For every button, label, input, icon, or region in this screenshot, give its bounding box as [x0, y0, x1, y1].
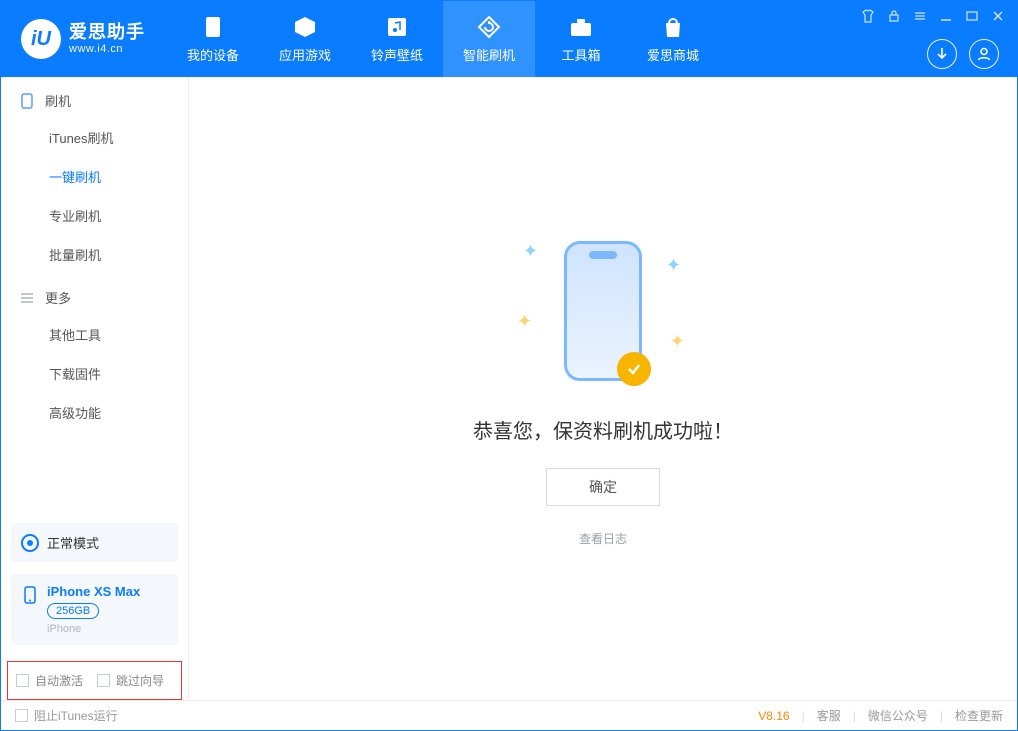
nav-apps[interactable]: 应用游戏 — [259, 1, 351, 77]
music-icon — [385, 15, 409, 39]
nav-label: 铃声壁纸 — [371, 45, 423, 64]
menu-icon[interactable] — [911, 7, 929, 25]
logo-block: iU 爱思助手 www.i4.cn — [1, 1, 167, 77]
mode-indicator-icon — [21, 534, 39, 552]
sidebar-group-label: 更多 — [45, 288, 71, 307]
toolbox-icon — [569, 15, 593, 39]
maximize-icon[interactable] — [963, 7, 981, 25]
check-badge-icon — [617, 352, 651, 386]
bag-icon — [661, 15, 685, 39]
sidebar-group-more: 更多 — [1, 274, 188, 315]
body: 刷机 iTunes刷机 一键刷机 专业刷机 批量刷机 更多 其他工具 下载固件 … — [1, 77, 1017, 700]
header: iU 爱思助手 www.i4.cn 我的设备 应用游戏 — [1, 1, 1017, 77]
sidebar-group-flash: 刷机 — [1, 77, 188, 118]
main-content: ✦ ✦ ✦ ✦ 恭喜您，保资料刷机成功啦！ 确定 查看日志 — [189, 77, 1017, 700]
sidebar-item-advanced[interactable]: 高级功能 — [1, 393, 188, 432]
highlighted-options: 自动激活 跳过向导 — [7, 661, 182, 700]
device-name: iPhone XS Max — [47, 584, 140, 599]
device-text: iPhone XS Max 256GB iPhone — [47, 584, 140, 635]
brand-name: 爱思助手 — [69, 23, 145, 43]
cube-icon — [293, 15, 317, 39]
logo-icon: iU — [21, 19, 61, 59]
sidebar-group-label: 刷机 — [45, 91, 71, 110]
footer-right: V8.16 | 客服 | 微信公众号 | 检查更新 — [758, 707, 1003, 724]
top-nav: 我的设备 应用游戏 铃声壁纸 智能刷机 — [167, 1, 719, 77]
close-icon[interactable] — [989, 7, 1007, 25]
nav-ringtones[interactable]: 铃声壁纸 — [351, 1, 443, 77]
device-mode[interactable]: 正常模式 — [11, 523, 178, 562]
nav-store[interactable]: 爱思商城 — [627, 1, 719, 77]
spacer — [1, 432, 188, 517]
checkbox-icon — [15, 709, 28, 722]
checkbox-skip-guide[interactable]: 跳过向导 — [97, 672, 164, 689]
update-link[interactable]: 检查更新 — [955, 707, 1003, 724]
sidebar-item-oneclick[interactable]: 一键刷机 — [1, 157, 188, 196]
device-type: iPhone — [47, 623, 140, 635]
nav-toolbox[interactable]: 工具箱 — [535, 1, 627, 77]
device-mode-label: 正常模式 — [47, 533, 99, 552]
shirt-icon[interactable] — [859, 7, 877, 25]
wechat-link[interactable]: 微信公众号 — [868, 707, 928, 724]
window-controls — [859, 7, 1007, 25]
brand-url: www.i4.cn — [69, 43, 145, 55]
minimize-icon[interactable] — [937, 7, 955, 25]
footer: 阻止iTunes运行 V8.16 | 客服 | 微信公众号 | 检查更新 — [1, 700, 1017, 730]
logo-text: 爱思助手 www.i4.cn — [69, 23, 145, 55]
sidebar-item-pro[interactable]: 专业刷机 — [1, 196, 188, 235]
ok-button[interactable]: 确定 — [546, 468, 660, 506]
separator: | — [802, 709, 805, 723]
checkbox-label: 跳过向导 — [116, 672, 164, 689]
sidebar: 刷机 iTunes刷机 一键刷机 专业刷机 批量刷机 更多 其他工具 下载固件 … — [1, 77, 189, 700]
checkbox-icon — [16, 674, 29, 687]
phone-illustration-icon — [564, 241, 642, 381]
device-info[interactable]: iPhone XS Max 256GB iPhone — [11, 574, 178, 645]
sidebar-item-firmware[interactable]: 下载固件 — [1, 354, 188, 393]
download-button[interactable] — [927, 39, 957, 69]
view-log-link[interactable]: 查看日志 — [579, 530, 627, 547]
sparkle-icon: ✦ — [517, 311, 532, 332]
checkbox-auto-activate[interactable]: 自动激活 — [16, 672, 83, 689]
support-link[interactable]: 客服 — [817, 707, 841, 724]
nav-label: 应用游戏 — [279, 45, 331, 64]
refresh-icon — [477, 15, 501, 39]
phone-outline-icon — [19, 93, 35, 109]
nav-my-device[interactable]: 我的设备 — [167, 1, 259, 77]
separator: | — [853, 709, 856, 723]
sparkle-icon: ✦ — [523, 241, 538, 262]
sidebar-item-other[interactable]: 其他工具 — [1, 315, 188, 354]
device-storage-badge: 256GB — [47, 603, 99, 619]
checkbox-label: 自动激活 — [35, 672, 83, 689]
success-illustration: ✦ ✦ ✦ ✦ — [503, 231, 703, 391]
device-icon — [21, 586, 39, 604]
checkbox-icon — [97, 674, 110, 687]
nav-label: 工具箱 — [561, 45, 600, 64]
separator: | — [940, 709, 943, 723]
checkbox-block-itunes[interactable]: 阻止iTunes运行 — [15, 707, 118, 724]
lock-icon[interactable] — [885, 7, 903, 25]
device-icon — [201, 15, 225, 39]
sidebar-item-itunes[interactable]: iTunes刷机 — [1, 118, 188, 157]
nav-label: 智能刷机 — [463, 45, 515, 64]
app-window: iU 爱思助手 www.i4.cn 我的设备 应用游戏 — [0, 0, 1018, 731]
nav-label: 爱思商城 — [647, 45, 699, 64]
nav-flash[interactable]: 智能刷机 — [443, 1, 535, 77]
checkbox-label: 阻止iTunes运行 — [34, 707, 118, 724]
header-actions — [927, 39, 999, 69]
sidebar-item-batch[interactable]: 批量刷机 — [1, 235, 188, 274]
user-button[interactable] — [969, 39, 999, 69]
list-icon — [19, 290, 35, 306]
nav-label: 我的设备 — [187, 45, 239, 64]
version-label: V8.16 — [758, 709, 789, 723]
success-title: 恭喜您，保资料刷机成功啦！ — [473, 415, 733, 444]
sparkle-icon: ✦ — [670, 331, 685, 352]
sparkle-icon: ✦ — [666, 255, 681, 276]
